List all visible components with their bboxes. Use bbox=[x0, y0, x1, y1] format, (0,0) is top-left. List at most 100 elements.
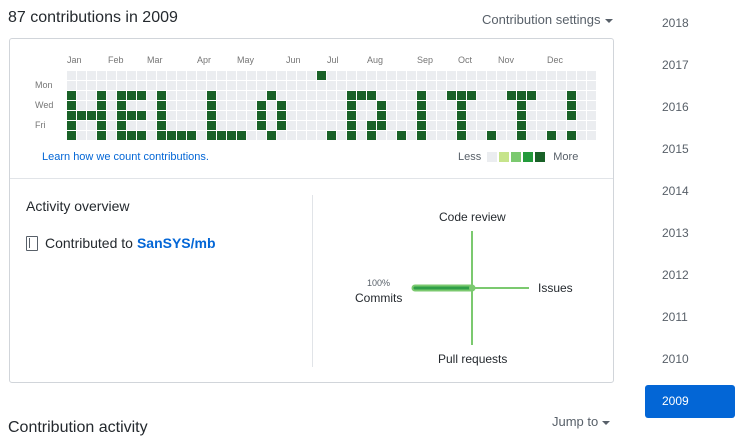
day-cell-contributed[interactable] bbox=[447, 91, 456, 100]
day-cell[interactable] bbox=[177, 71, 186, 80]
day-cell-contributed[interactable] bbox=[467, 91, 476, 100]
day-cell-contributed[interactable] bbox=[277, 111, 286, 120]
day-cell[interactable] bbox=[307, 101, 316, 110]
day-cell[interactable] bbox=[427, 71, 436, 80]
day-cell[interactable] bbox=[507, 81, 516, 90]
day-cell[interactable] bbox=[407, 91, 416, 100]
day-cell-contributed[interactable] bbox=[117, 101, 126, 110]
day-cell[interactable] bbox=[77, 121, 86, 130]
day-cell[interactable] bbox=[477, 111, 486, 120]
day-cell[interactable] bbox=[357, 101, 366, 110]
day-cell[interactable] bbox=[447, 121, 456, 130]
day-cell[interactable] bbox=[517, 71, 526, 80]
day-cell-contributed[interactable] bbox=[87, 111, 96, 120]
day-cell[interactable] bbox=[477, 131, 486, 140]
day-cell[interactable] bbox=[77, 71, 86, 80]
day-cell[interactable] bbox=[167, 101, 176, 110]
day-cell[interactable] bbox=[527, 111, 536, 120]
year-link[interactable]: 2015 bbox=[645, 133, 735, 166]
day-cell[interactable] bbox=[527, 81, 536, 90]
day-cell[interactable] bbox=[427, 91, 436, 100]
day-cell-contributed[interactable] bbox=[97, 131, 106, 140]
day-cell[interactable] bbox=[177, 81, 186, 90]
day-cell[interactable] bbox=[267, 101, 276, 110]
day-cell[interactable] bbox=[257, 81, 266, 90]
day-cell[interactable] bbox=[437, 71, 446, 80]
day-cell[interactable] bbox=[227, 91, 236, 100]
day-cell-contributed[interactable] bbox=[377, 121, 386, 130]
day-cell[interactable] bbox=[187, 91, 196, 100]
day-cell-contributed[interactable] bbox=[97, 111, 106, 120]
day-cell-contributed[interactable] bbox=[487, 131, 496, 140]
day-cell[interactable] bbox=[587, 131, 596, 140]
day-cell[interactable] bbox=[267, 121, 276, 130]
day-cell[interactable] bbox=[97, 71, 106, 80]
day-cell[interactable] bbox=[267, 111, 276, 120]
day-cell[interactable] bbox=[177, 121, 186, 130]
day-cell[interactable] bbox=[397, 101, 406, 110]
day-cell-contributed[interactable] bbox=[457, 131, 466, 140]
day-cell-contributed[interactable] bbox=[207, 101, 216, 110]
day-cell[interactable] bbox=[87, 91, 96, 100]
day-cell[interactable] bbox=[327, 81, 336, 90]
day-cell[interactable] bbox=[497, 71, 506, 80]
day-cell[interactable] bbox=[547, 111, 556, 120]
day-cell-contributed[interactable] bbox=[417, 111, 426, 120]
day-cell[interactable] bbox=[387, 91, 396, 100]
day-cell-contributed[interactable] bbox=[417, 101, 426, 110]
day-cell[interactable] bbox=[487, 121, 496, 130]
day-cell-contributed[interactable] bbox=[257, 111, 266, 120]
day-cell[interactable] bbox=[147, 81, 156, 90]
day-cell-contributed[interactable] bbox=[417, 91, 426, 100]
day-cell[interactable] bbox=[437, 101, 446, 110]
day-cell[interactable] bbox=[307, 71, 316, 80]
day-cell-contributed[interactable] bbox=[157, 91, 166, 100]
day-cell[interactable] bbox=[477, 101, 486, 110]
day-cell[interactable] bbox=[257, 71, 266, 80]
day-cell[interactable] bbox=[347, 71, 356, 80]
day-cell[interactable] bbox=[497, 101, 506, 110]
year-link[interactable]: 2016 bbox=[645, 91, 735, 124]
day-cell[interactable] bbox=[167, 121, 176, 130]
day-cell-contributed[interactable] bbox=[177, 131, 186, 140]
day-cell[interactable] bbox=[167, 91, 176, 100]
day-cell[interactable] bbox=[487, 81, 496, 90]
day-cell[interactable] bbox=[467, 101, 476, 110]
day-cell[interactable] bbox=[137, 71, 146, 80]
day-cell[interactable] bbox=[287, 131, 296, 140]
day-cell[interactable] bbox=[207, 71, 216, 80]
day-cell[interactable] bbox=[577, 121, 586, 130]
day-cell-contributed[interactable] bbox=[357, 91, 366, 100]
day-cell[interactable] bbox=[197, 131, 206, 140]
year-link[interactable]: 2018 bbox=[645, 7, 735, 40]
day-cell[interactable] bbox=[517, 81, 526, 90]
day-cell-contributed[interactable] bbox=[367, 121, 376, 130]
day-cell[interactable] bbox=[107, 81, 116, 90]
day-cell[interactable] bbox=[417, 81, 426, 90]
day-cell[interactable] bbox=[147, 91, 156, 100]
day-cell[interactable] bbox=[437, 131, 446, 140]
day-cell-contributed[interactable] bbox=[527, 91, 536, 100]
day-cell[interactable] bbox=[167, 71, 176, 80]
day-cell[interactable] bbox=[147, 71, 156, 80]
day-cell[interactable] bbox=[247, 111, 256, 120]
day-cell[interactable] bbox=[77, 81, 86, 90]
day-cell[interactable] bbox=[277, 81, 286, 90]
day-cell[interactable] bbox=[127, 121, 136, 130]
day-cell[interactable] bbox=[467, 71, 476, 80]
day-cell[interactable] bbox=[187, 121, 196, 130]
day-cell[interactable] bbox=[587, 111, 596, 120]
day-cell-contributed[interactable] bbox=[457, 121, 466, 130]
day-cell[interactable] bbox=[317, 91, 326, 100]
day-cell[interactable] bbox=[217, 91, 226, 100]
day-cell[interactable] bbox=[307, 121, 316, 130]
day-cell-contributed[interactable] bbox=[207, 91, 216, 100]
day-cell[interactable] bbox=[557, 71, 566, 80]
day-cell[interactable] bbox=[327, 111, 336, 120]
day-cell[interactable] bbox=[437, 121, 446, 130]
day-cell[interactable] bbox=[407, 101, 416, 110]
day-cell[interactable] bbox=[177, 111, 186, 120]
day-cell[interactable] bbox=[107, 131, 116, 140]
day-cell-contributed[interactable] bbox=[157, 101, 166, 110]
day-cell[interactable] bbox=[397, 121, 406, 130]
